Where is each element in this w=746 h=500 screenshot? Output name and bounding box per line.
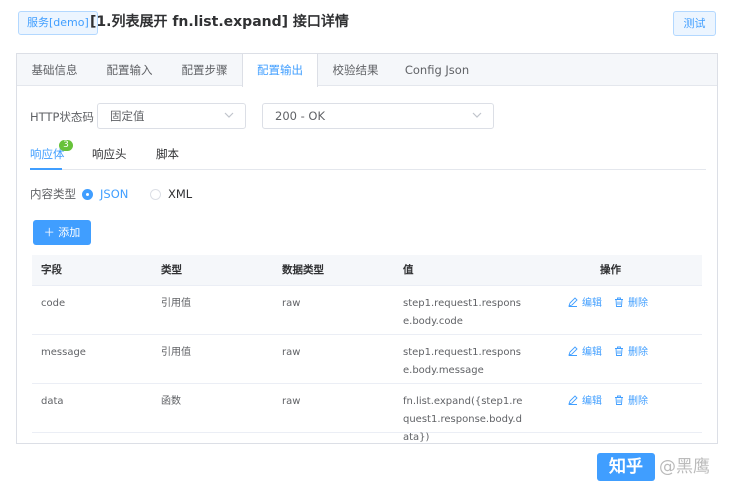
table-row: data 函数 raw fn.list.expand({step1.reques… [32,384,702,443]
table-row: code 引用值 raw step1.request1.response.bod… [32,286,702,335]
data-type-cell: raw [282,396,301,407]
http-status-label: HTTP状态码 [30,110,94,124]
page-title: [1.列表展开 fn.list.expand] 接口详情 [90,14,349,30]
edit-label: 编辑 [582,347,602,358]
field-cell: data [41,396,64,407]
response-fields-table: 字段 类型 数据类型 值 操作 code 引用值 raw step1.reque… [32,255,702,443]
column-header: 类型 [161,264,182,276]
delete-button[interactable]: 删除 [614,345,648,361]
subtab-script[interactable]: 脚本 [156,146,179,162]
delete-button[interactable]: 删除 [614,296,648,312]
subtab-active-indicator [30,168,62,170]
status-code-value: 200 - OK [275,109,326,123]
watermark: 知乎 @黑鹰 [597,453,746,491]
edit-icon [568,297,578,307]
add-button[interactable]: ＋ 添加 [33,220,91,245]
type-cell: 函数 [161,396,181,407]
subtab-divider [30,169,706,170]
edit-button[interactable]: 编辑 [568,394,602,410]
data-type-cell: raw [282,347,301,358]
edit-label: 编辑 [582,298,602,309]
xml-radio-label[interactable]: XML [168,186,192,202]
tab-config-steps[interactable]: 配置步骤 [167,54,242,86]
count-badge: 3 [59,140,73,151]
plus-icon: ＋ [43,226,55,239]
table-header: 字段 类型 数据类型 值 操作 [32,255,702,286]
value-cell: step1.request1.response.body.message [403,347,521,376]
status-mode-select[interactable]: 固定值 [97,103,246,129]
field-cell: message [41,347,86,358]
column-header: 值 [403,264,414,276]
add-button-label: 添加 [58,226,81,239]
edit-icon [568,346,578,356]
trash-icon [615,346,623,356]
page-header: 服务[demo] [1.列表展开 fn.list.expand] 接口详情 测试 [0,0,746,44]
config-card: 基础信息 配置输入 配置步骤 配置输出 校验结果 Config Json HTT… [16,53,718,444]
tab-bar: 基础信息 配置输入 配置步骤 配置输出 校验结果 Config Json [17,54,717,87]
json-radio[interactable] [82,189,93,200]
content-type-label: 内容类型 [30,187,76,201]
type-cell: 引用值 [161,347,191,358]
table-row: message 引用值 raw step1.request1.response.… [32,335,702,384]
status-code-select[interactable]: 200 - OK [262,103,494,129]
tab-config-output[interactable]: 配置输出 [242,54,318,87]
delete-button[interactable]: 删除 [614,394,648,410]
tab-basic-info[interactable]: 基础信息 [17,54,92,86]
column-header: 操作 [600,264,621,276]
delete-label: 删除 [628,347,648,358]
json-radio-label[interactable]: JSON [100,186,128,202]
edit-button[interactable]: 编辑 [568,296,602,312]
column-header: 字段 [41,264,62,276]
test-button[interactable]: 测试 [673,11,716,36]
delete-label: 删除 [628,298,648,309]
zhihu-logo: 知乎 [597,453,655,481]
value-cell: fn.list.expand({step1.request1.response.… [403,396,523,443]
chevron-down-icon [472,112,482,118]
data-type-cell: raw [282,298,301,309]
trash-icon [615,297,623,307]
tab-validation-result[interactable]: 校验结果 [318,54,393,86]
watermark-author: @黑鹰 [659,457,710,477]
value-cell: step1.request1.response.body.code [403,298,521,327]
service-tag: 服务[demo] [18,11,98,35]
edit-icon [568,395,578,405]
tab-config-json[interactable]: Config Json [393,54,481,86]
subtab-response-headers[interactable]: 响应头 [92,146,127,162]
status-mode-value: 固定值 [110,109,145,123]
chevron-down-icon [224,112,234,118]
field-cell: code [41,298,66,309]
edit-button[interactable]: 编辑 [568,345,602,361]
column-header: 数据类型 [282,264,324,276]
tab-config-input[interactable]: 配置输入 [92,54,167,86]
trash-icon [615,395,623,405]
delete-label: 删除 [628,396,648,407]
xml-radio[interactable] [150,189,161,200]
type-cell: 引用值 [161,298,191,309]
edit-label: 编辑 [582,396,602,407]
